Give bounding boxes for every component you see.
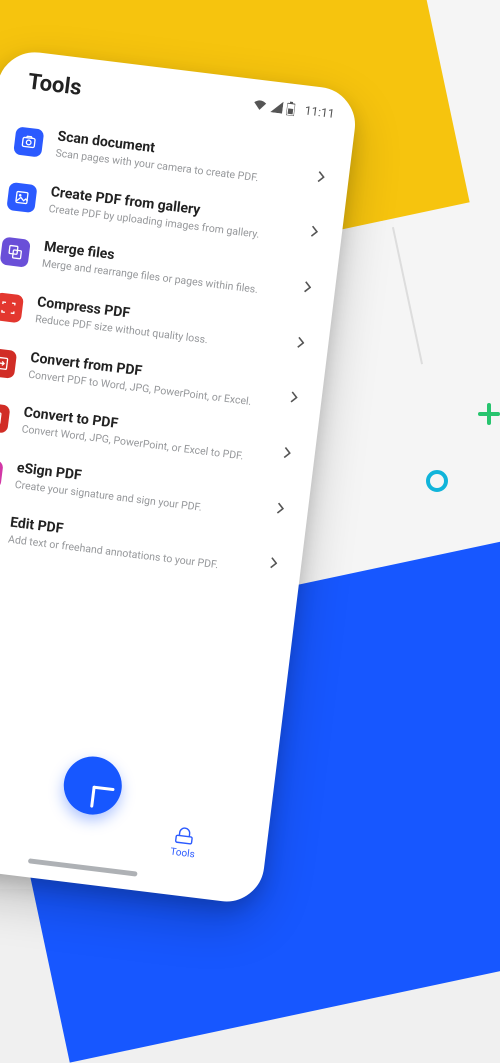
convert-from-icon — [0, 347, 17, 378]
chevron-right-icon — [316, 170, 325, 183]
gallery-icon — [6, 182, 37, 213]
battery-icon — [286, 101, 296, 116]
nav-tools[interactable]: Tools — [157, 821, 211, 862]
page-title: Tools — [27, 70, 83, 101]
chevron-right-icon — [289, 391, 298, 404]
chevron-right-icon — [296, 336, 305, 349]
nav-files[interactable]: Files — [0, 797, 18, 838]
status-time: 11:11 — [304, 103, 335, 121]
files-icon — [0, 799, 4, 824]
nav-tools-label: Tools — [170, 846, 196, 860]
wifi-icon — [252, 98, 267, 112]
merge-icon — [0, 237, 31, 268]
esign-icon — [0, 458, 4, 489]
camera-icon — [13, 126, 44, 157]
chevron-right-icon — [269, 557, 278, 570]
signal-icon — [270, 100, 283, 113]
chevron-right-icon — [282, 446, 291, 459]
chevron-right-icon — [275, 502, 284, 515]
chevron-right-icon — [302, 281, 311, 294]
convert-to-icon — [0, 402, 10, 433]
tools-icon — [173, 822, 198, 847]
chevron-right-icon — [309, 225, 318, 238]
compress-icon — [0, 292, 24, 323]
bg-circle-decoration — [426, 470, 448, 492]
status-bar: 11:11 — [252, 97, 335, 121]
